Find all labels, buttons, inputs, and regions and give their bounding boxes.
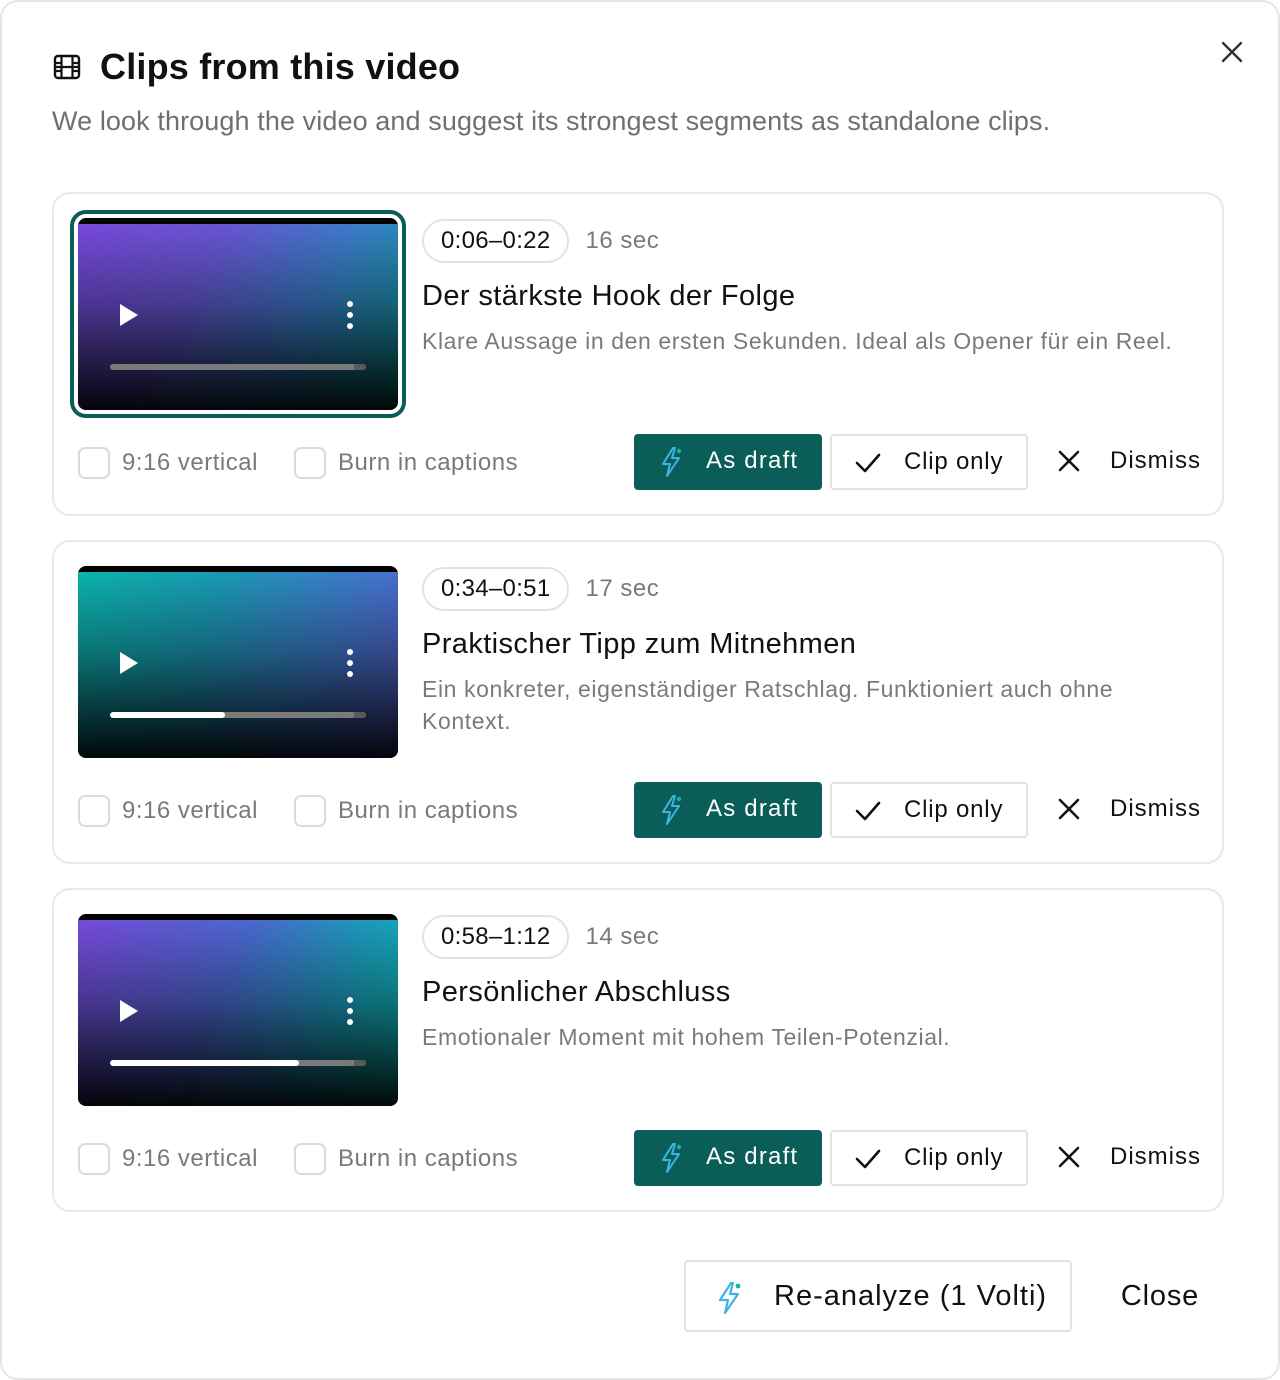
reanalyze-label: Re-analyze (1 Volti) xyxy=(774,1280,1048,1312)
lightning-icon xyxy=(716,1281,742,1315)
dialog-header: Clips from this video xyxy=(52,46,460,88)
dismiss-label: Dismiss xyxy=(1110,1143,1201,1170)
clip-controls: 9:16 vertical Burn in captions As draft … xyxy=(78,782,1200,840)
film-icon xyxy=(52,51,84,83)
play-icon[interactable] xyxy=(118,998,140,1024)
close-icon xyxy=(1056,448,1082,474)
checkbox-box[interactable] xyxy=(78,795,110,827)
play-icon[interactable] xyxy=(118,302,140,328)
clip-duration: 16 sec xyxy=(585,227,660,254)
checkbox-box[interactable] xyxy=(78,447,110,479)
clip-card-1: 0:06–0:22 16 sec Der stärkste Hook der F… xyxy=(52,192,1224,516)
clip-description: Emotionaler Moment mit hohem Teilen-Pote… xyxy=(422,1024,951,1050)
clip-controls: 9:16 vertical Burn in captions As draft … xyxy=(78,1130,1200,1188)
lightning-icon xyxy=(660,1143,682,1173)
clip-only-button[interactable]: Clip only xyxy=(830,782,1028,838)
check-icon xyxy=(854,798,882,824)
clip-description: Ein konkreter, eigenständiger Ratschlag.… xyxy=(422,676,1114,734)
checkbox-box[interactable] xyxy=(294,1143,326,1175)
more-options-icon[interactable] xyxy=(344,648,356,678)
clips-dialog: Clips from this video We look through th… xyxy=(0,0,1280,1380)
dismiss-label: Dismiss xyxy=(1110,795,1201,822)
more-options-icon[interactable] xyxy=(344,300,356,330)
clip-only-label: Clip only xyxy=(904,1144,1004,1171)
clip-duration: 14 sec xyxy=(585,923,660,950)
captions-checkbox[interactable]: Burn in captions xyxy=(294,795,518,827)
video-thumbnail[interactable] xyxy=(78,914,398,1106)
vertical-label: 9:16 vertical xyxy=(122,449,258,476)
close-icon xyxy=(1056,1144,1082,1170)
video-progress-bar[interactable] xyxy=(110,364,366,370)
checkbox-box[interactable] xyxy=(294,795,326,827)
lightning-icon xyxy=(660,447,682,477)
vertical-label: 9:16 vertical xyxy=(122,797,258,824)
as-draft-label: As draft xyxy=(706,1143,799,1170)
video-thumbnail[interactable] xyxy=(70,210,406,418)
captions-checkbox[interactable]: Burn in captions xyxy=(294,1143,518,1175)
close-button[interactable]: Close xyxy=(1098,1260,1222,1332)
reanalyze-button[interactable]: Re-analyze (1 Volti) xyxy=(684,1260,1072,1332)
vertical-checkbox[interactable]: 9:16 vertical xyxy=(78,447,258,479)
close-icon xyxy=(1056,796,1082,822)
video-progress-fill xyxy=(110,1060,300,1066)
vertical-checkbox[interactable]: 9:16 vertical xyxy=(78,795,258,827)
checkbox-box[interactable] xyxy=(294,447,326,479)
video-progress-fill xyxy=(110,712,226,718)
clip-card-2: 0:34–0:51 17 sec Praktischer Tipp zum Mi… xyxy=(52,540,1224,864)
check-icon xyxy=(854,1146,882,1172)
clip-controls: 9:16 vertical Burn in captions As draft … xyxy=(78,434,1200,492)
clip-only-label: Clip only xyxy=(904,796,1004,823)
as-draft-label: As draft xyxy=(706,795,799,822)
clip-duration: 17 sec xyxy=(585,575,660,602)
checkbox-box[interactable] xyxy=(78,1143,110,1175)
video-progress-bar[interactable] xyxy=(110,712,366,718)
check-icon xyxy=(854,450,882,476)
clip-only-button[interactable]: Clip only xyxy=(830,1130,1028,1186)
vertical-checkbox[interactable]: 9:16 vertical xyxy=(78,1143,258,1175)
clip-only-label: Clip only xyxy=(904,448,1004,475)
video-progress-bar[interactable] xyxy=(110,1060,366,1066)
clip-meta: 0:58–1:12 14 sec Persönlicher Abschluss … xyxy=(422,914,1198,1053)
captions-label: Burn in captions xyxy=(338,1145,519,1172)
close-icon[interactable] xyxy=(1216,36,1248,68)
captions-checkbox[interactable]: Burn in captions xyxy=(294,447,518,479)
clip-title: Praktischer Tipp zum Mitnehmen xyxy=(422,628,857,660)
time-range: 0:06–0:22 xyxy=(422,219,570,263)
clip-title: Persönlicher Abschluss xyxy=(422,976,731,1008)
clip-only-button[interactable]: Clip only xyxy=(830,434,1028,490)
as-draft-button[interactable]: As draft xyxy=(634,434,822,490)
as-draft-button[interactable]: As draft xyxy=(634,782,822,838)
captions-label: Burn in captions xyxy=(338,449,519,476)
lightning-icon xyxy=(660,795,682,825)
dismiss-button[interactable]: Dismiss xyxy=(1036,434,1216,490)
time-range: 0:58–1:12 xyxy=(422,915,570,959)
as-draft-label: As draft xyxy=(706,447,799,474)
dialog-subtitle: We look through the video and suggest it… xyxy=(52,106,1051,136)
dismiss-label: Dismiss xyxy=(1110,447,1201,474)
clip-meta: 0:34–0:51 17 sec Praktischer Tipp zum Mi… xyxy=(422,566,1198,737)
captions-label: Burn in captions xyxy=(338,797,519,824)
as-draft-button[interactable]: As draft xyxy=(634,1130,822,1186)
dialog-title: Clips from this video xyxy=(100,46,461,87)
more-options-icon[interactable] xyxy=(344,996,356,1026)
play-icon[interactable] xyxy=(118,650,140,676)
time-range: 0:34–0:51 xyxy=(422,567,570,611)
clip-title: Der stärkste Hook der Folge xyxy=(422,280,796,312)
clip-description: Klare Aussage in den ersten Sekunden. Id… xyxy=(422,328,1173,354)
dismiss-button[interactable]: Dismiss xyxy=(1036,1130,1216,1186)
video-thumbnail[interactable] xyxy=(78,566,398,758)
dismiss-button[interactable]: Dismiss xyxy=(1036,782,1216,838)
clip-meta: 0:06–0:22 16 sec Der stärkste Hook der F… xyxy=(422,218,1198,357)
clip-card-3: 0:58–1:12 14 sec Persönlicher Abschluss … xyxy=(52,888,1224,1212)
vertical-label: 9:16 vertical xyxy=(122,1145,258,1172)
